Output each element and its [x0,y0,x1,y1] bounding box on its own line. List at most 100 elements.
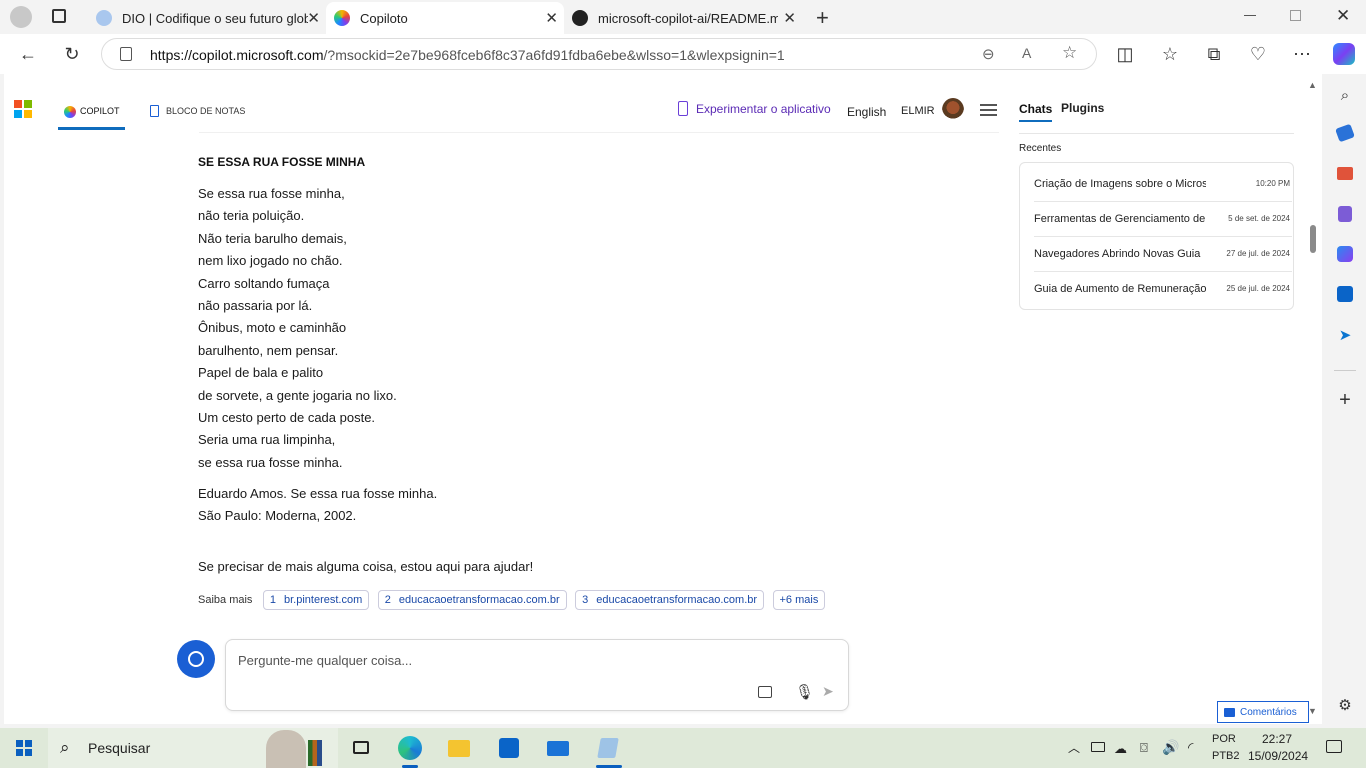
shopping-icon[interactable] [1335,123,1355,146]
send-icon[interactable]: ➤ [822,683,834,700]
volume-icon[interactable]: 🔊 [1162,739,1179,756]
windows-start-icon[interactable] [16,740,32,756]
source-chip[interactable]: 1 br.pinterest.com [262,590,370,610]
source-site: educacaoetransformacao.com.br [596,594,758,606]
user-name[interactable]: ELMIR [901,105,935,117]
battery-icon[interactable] [1091,742,1105,752]
clock-date[interactable]: 15/09/2024 [1248,749,1308,763]
microsoft-365-icon[interactable] [1335,246,1355,266]
outlook-taskbar-icon[interactable] [497,736,521,760]
taskbar-search-box[interactable]: ⌕ Pesquisar [48,728,338,768]
poem-line: se essa rua fosse minha. [198,454,343,470]
tab-copiloto[interactable]: Copiloto ✕ [326,2,564,34]
try-app-link[interactable]: Experimentar o aplicativo [676,101,836,121]
tab-chats[interactable]: Chats [1019,100,1053,122]
close-tab-icon[interactable]: ✕ [783,9,796,27]
read-aloud-icon[interactable]: A [1022,45,1031,61]
chat-separator [1034,236,1292,237]
games-icon[interactable] [1335,206,1355,226]
close-tab-icon[interactable]: ✕ [545,9,558,27]
microphone-icon[interactable]: 🎙 [795,683,814,701]
image-upload-icon[interactable] [758,686,772,698]
profile-icon[interactable] [10,6,32,28]
restore-button[interactable] [1290,10,1301,21]
favorite-star-icon[interactable]: ☆ [1062,43,1077,63]
wifi-icon[interactable]: ◜ [1188,739,1193,756]
poem-line: não teria poluição. [198,208,305,224]
sidebar-settings-icon[interactable]: ⚙ [1335,696,1355,716]
scroll-up-arrow[interactable]: ▲ [1308,80,1317,90]
tab-notebook[interactable]: BLOCO DE NOTAS [148,100,248,130]
search-icon[interactable]: ⌕ [1335,86,1355,106]
poem-line: de sorvete, a gente jogaria no lixo. [198,387,397,403]
copilot-sidebar-icon[interactable] [1333,43,1355,65]
lock-icon[interactable] [120,47,132,61]
new-topic-button[interactable] [177,640,215,678]
chat-history-item[interactable]: Criação de Imagens sobre o Microsoft C 1… [1034,178,1292,194]
chat-input[interactable]: Pergunte-me qualquer coisa... [238,653,412,668]
show-hidden-icons-icon[interactable]: ︿ [1068,739,1080,756]
split-screen-icon[interactable]: ◫ [1113,42,1137,66]
panel-divider [1019,133,1294,134]
more-sources-chip[interactable]: +6 mais [772,590,826,610]
tab-plugins[interactable]: Plugins [1061,101,1104,115]
browser-essentials-icon[interactable]: ♡ [1246,42,1270,66]
tab-title: Copiloto [360,10,408,26]
tab-github[interactable]: microsoft-copilot-ai/README.md ✕ [564,2,802,34]
refresh-button[interactable]: ↻ [60,42,84,66]
language-link[interactable]: English [847,105,886,119]
favorites-icon[interactable]: ☆ [1158,42,1182,66]
chat-composer[interactable]: Pergunte-me qualquer coisa... 🎙 ➤ [225,639,849,711]
mail-icon[interactable] [546,736,570,760]
source-chip[interactable]: 2 educacaoetransformacao.com.br [377,590,567,610]
onedrive-icon[interactable]: ☁ [1114,741,1127,757]
scrollbar-thumb[interactable] [1310,225,1316,253]
send-drop-icon[interactable]: ➤ [1335,326,1355,346]
closing-message: Se precisar de mais alguma coisa, estou … [198,559,534,574]
language-indicator-top[interactable]: POR [1212,733,1236,745]
minimize-button[interactable] [1244,15,1256,16]
back-button[interactable]: ← [16,42,40,66]
books-illustration [308,740,322,766]
more-options-icon[interactable]: ⋯ [1290,42,1314,66]
close-tab-icon[interactable]: ✕ [307,9,320,27]
browser-tab-bar: DIO | Codifique o seu futuro glob ✕ Copi… [0,0,1366,34]
phone-app-icon [678,101,688,116]
address-bar[interactable]: https://copilot.microsoft.com/?msockid=2… [101,38,1097,70]
edge-taskbar-icon[interactable] [398,736,422,760]
zoom-out-icon[interactable]: ⊖ [982,45,995,63]
microsoft-logo-icon[interactable] [14,100,32,118]
close-window-button[interactable]: ✕ [1336,6,1350,26]
chat-history-item[interactable]: Guia de Aumento de Remuneração 25 de jul… [1034,283,1292,299]
clock-time[interactable]: 22:27 [1262,732,1292,746]
tab-actions-icon[interactable] [52,9,66,23]
notifications-icon[interactable] [1326,740,1342,753]
avatar[interactable] [942,98,964,122]
source-chip[interactable]: 3 educacaoetransformacao.com.br [575,590,765,610]
tab-dio[interactable]: DIO | Codifique o seu futuro glob ✕ [88,2,326,34]
url-text[interactable]: https://copilot.microsoft.com/?msockid=2… [150,47,785,63]
task-view-icon[interactable] [350,736,374,760]
feedback-button[interactable]: Comentários [1217,701,1309,723]
poem-line: Seria uma rua limpinha, [198,432,336,448]
new-tab-button[interactable]: + [816,5,829,31]
poem-line: barulhento, nem pensar. [198,342,339,358]
collections-icon[interactable]: ⧉ [1202,42,1226,66]
outlook-icon[interactable] [1335,286,1355,306]
scroll-down-arrow[interactable]: ▼ [1308,706,1317,716]
notepad-icon[interactable] [596,736,620,760]
language-indicator-bottom[interactable]: PTB2 [1212,750,1240,762]
copilot-icon [64,106,76,118]
add-sidebar-app-icon[interactable]: + [1335,390,1355,410]
tools-icon[interactable] [1335,166,1355,186]
camera-icon[interactable]: ⌼ [1140,740,1148,756]
search-icon: ⌕ [60,738,70,757]
chat-title: Guia de Aumento de Remuneração [1034,283,1206,295]
menu-icon[interactable] [980,104,997,116]
windows-taskbar: ⌕ Pesquisar ︿ ☁ ⌼ 🔊 ◜ POR PTB2 22:27 15/… [0,728,1366,768]
file-explorer-icon[interactable] [447,736,471,760]
tab-copilot[interactable]: COPILOT [58,100,125,130]
chat-history-item[interactable]: Ferramentas de Gerenciamento de 5 de set… [1034,213,1292,229]
chat-history-item[interactable]: Navegadores Abrindo Novas Guia 27 de jul… [1034,248,1292,264]
poem-citation: Eduardo Amos. Se essa rua fosse minha. S… [198,483,598,528]
